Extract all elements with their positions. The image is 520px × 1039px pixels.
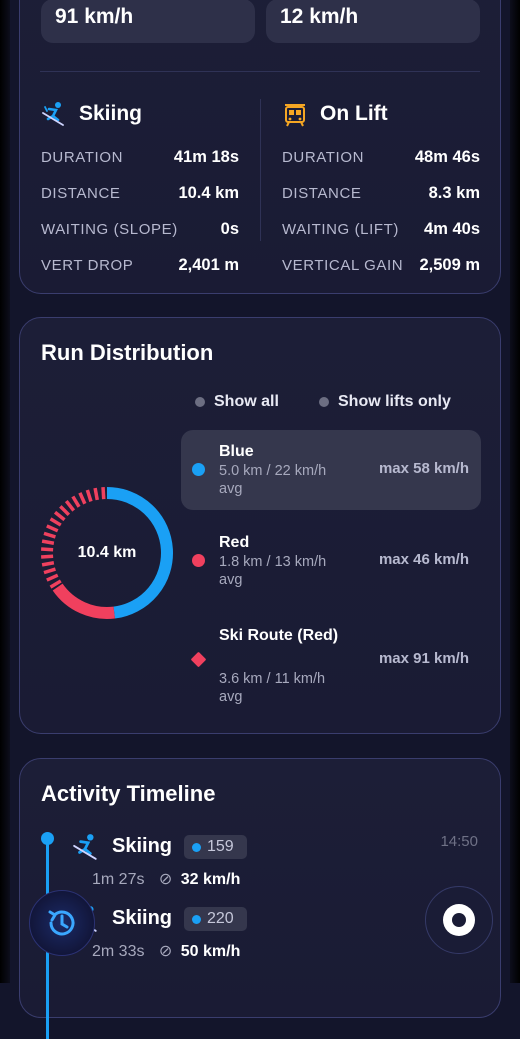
stat-row-waiting: WAITING (SLOPE) 0s — [41, 211, 239, 247]
max-speed-box: 91 km/h — [41, 0, 255, 43]
stat-value: 10.4 km — [178, 183, 239, 202]
red-diamond-icon — [190, 651, 207, 668]
show-lifts-toggle[interactable]: Show lifts only — [319, 393, 451, 411]
run-item-red[interactable]: Red 1.8 km / 13 km/h avg max 46 km/h — [181, 521, 481, 601]
card-title: Run Distribution — [41, 340, 214, 365]
run-sub: 3.6 km / 11 km/h avg — [219, 671, 326, 705]
stat-value: 41m 18s — [173, 147, 239, 166]
timeline-item-name: Skiing — [112, 907, 173, 929]
run-sub: 1.8 km / 13 km/h avg — [219, 554, 327, 588]
timeline-meta: 1m 27s ⊘ 32 km/h — [92, 869, 240, 889]
lift-speed-box: 12 km/h — [266, 0, 480, 43]
blue-dot-icon — [192, 463, 205, 476]
stat-row-vert: VERT DROP 2,401 m — [41, 247, 239, 283]
activity-timeline-card: Activity Timeline Skiing 159 1m 27s ⊘ 32… — [19, 758, 501, 1039]
radio-dot — [195, 397, 205, 407]
screen-edge-right — [510, 0, 520, 983]
show-lifts-label: Show lifts only — [338, 393, 451, 410]
card-title: Activity Timeline — [41, 781, 216, 806]
history-icon — [48, 910, 75, 936]
stat-value: 0s — [220, 219, 239, 238]
stat-value: 48m 46s — [414, 147, 480, 166]
screen-edge-left — [0, 0, 10, 983]
divider — [260, 99, 261, 241]
record-button[interactable] — [425, 886, 493, 954]
run-item-ski-route[interactable]: Ski Route (Red) 3.6 km / 11 km/h avg max… — [181, 614, 481, 709]
stat-label: WAITING (LIFT) — [282, 220, 399, 238]
summary-card: 91 km/h 12 km/h Skiing DURATION 41m 18s D… — [19, 0, 501, 294]
radio-dot — [319, 397, 329, 407]
stat-label: VERTICAL GAIN — [282, 256, 404, 274]
run-distribution-card: Run Distribution Show all Show lifts onl… — [19, 317, 501, 734]
skier-icon — [73, 834, 97, 860]
badge-number: 159 — [207, 838, 234, 855]
run-name: Ski Route (Red) — [219, 627, 339, 644]
stat-label: DURATION — [41, 148, 124, 166]
stat-row-gain: VERTICAL GAIN 2,509 m — [282, 247, 480, 283]
timeline-time: 14:50 — [440, 833, 478, 850]
stat-row-duration: DURATION 48m 46s — [282, 139, 480, 175]
stat-value: 8.3 km — [428, 183, 480, 202]
duration: 1m 27s — [92, 871, 145, 888]
stat-row-distance: DISTANCE 8.3 km — [282, 175, 480, 211]
stat-value: 2,509 m — [419, 255, 480, 274]
stat-row-duration: DURATION 41m 18s — [41, 139, 239, 175]
speedometer-icon: ⊘ — [158, 871, 173, 888]
blue-dot-icon — [192, 842, 201, 852]
run-max: max 91 km/h — [378, 650, 469, 667]
record-icon — [443, 904, 475, 936]
duration: 2m 33s — [92, 943, 145, 960]
run-name: Blue — [219, 443, 254, 460]
stat-row-distance: DISTANCE 10.4 km — [41, 175, 239, 211]
stat-value: 4m 40s — [424, 219, 480, 238]
stat-label: DISTANCE — [282, 184, 362, 202]
skiing-section: Skiing DURATION 41m 18s DISTANCE 10.4 km W… — [41, 99, 241, 283]
lift-title: On Lift — [320, 102, 388, 125]
skier-icon — [42, 102, 64, 126]
red-dot-icon — [192, 554, 205, 567]
badge-number: 220 — [207, 910, 234, 927]
speedometer-icon: ⊘ — [158, 943, 173, 960]
stat-value: 2,401 m — [178, 255, 239, 274]
lift-section: On Lift DURATION 48m 46s DISTANCE 8.3 km W… — [282, 99, 482, 283]
run-name: Red — [219, 534, 250, 551]
blue-dot-icon — [192, 914, 201, 924]
lift-icon — [285, 104, 305, 127]
divider — [40, 71, 480, 72]
show-all-toggle[interactable]: Show all — [195, 393, 279, 411]
stat-row-waiting: WAITING (LIFT) 4m 40s — [282, 211, 480, 247]
show-all-label: Show all — [214, 393, 279, 410]
donut-total: 10.4 km — [77, 544, 137, 561]
timeline-dot — [41, 832, 54, 845]
timeline-meta: 2m 33s ⊘ 50 km/h — [92, 941, 240, 961]
stat-label: DURATION — [282, 148, 365, 166]
history-button[interactable] — [29, 890, 95, 956]
stat-label: VERT DROP — [41, 256, 134, 274]
run-max: max 46 km/h — [378, 551, 469, 568]
speed: 50 km/h — [180, 943, 241, 960]
stat-label: DISTANCE — [41, 184, 121, 202]
run-item-blue[interactable]: Blue 5.0 km / 22 km/h avg max 58 km/h — [181, 430, 481, 510]
run-badge: 159 — [184, 835, 247, 859]
run-sub: 5.0 km / 22 km/h avg — [219, 463, 327, 497]
skiing-title: Skiing — [79, 102, 143, 125]
speed: 32 km/h — [180, 871, 241, 888]
run-max: max 58 km/h — [378, 460, 469, 477]
stat-label: WAITING (SLOPE) — [41, 220, 178, 238]
run-badge: 220 — [184, 907, 247, 931]
timeline-item-name: Skiing — [112, 835, 173, 857]
